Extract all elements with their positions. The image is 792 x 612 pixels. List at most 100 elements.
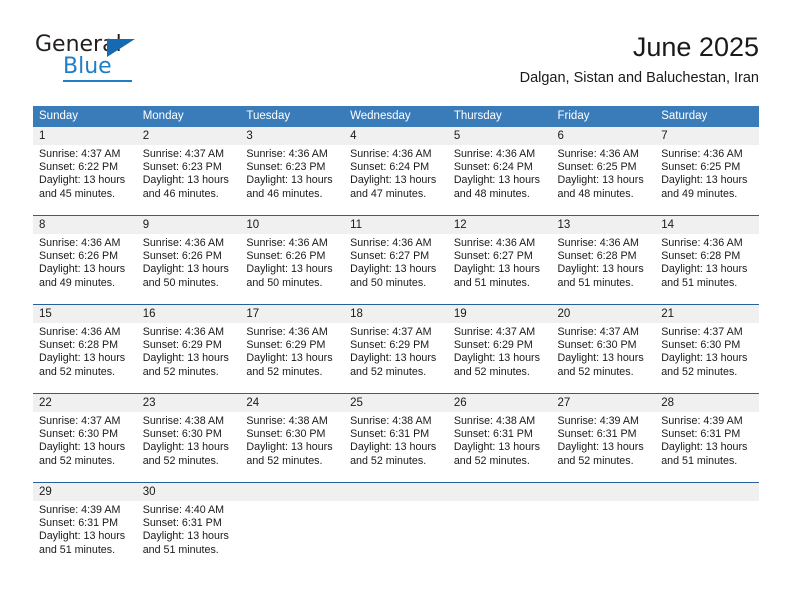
day-details: Sunrise: 4:39 AM Sunset: 6:31 PM Daylight:…	[33, 501, 137, 557]
calendar-day-cell[interactable]: 10 Sunrise: 4:36 AM Sunset: 6:26 PM Dayligh…	[240, 215, 345, 305]
sunset-text: Sunset: 6:26 PM	[142, 250, 222, 263]
daylight-text-line2: and 51 minutes.	[453, 276, 530, 289]
day-number: 2	[136, 127, 241, 145]
daylight-text-line2: and 52 minutes.	[350, 365, 427, 378]
sunrise-text: Sunrise: 4:37 AM	[142, 148, 225, 160]
day-number	[551, 483, 656, 501]
sunrise-text: Sunrise: 4:36 AM	[557, 237, 639, 249]
sunrise-text: Sunrise: 4:37 AM	[453, 326, 536, 338]
day-details: Sunrise: 4:38 AM Sunset: 6:31 PM Daylight:…	[344, 412, 448, 468]
generalblue-logo[interactable]: General Blue	[33, 32, 253, 88]
calendar-day-cell[interactable]: 12 Sunrise: 4:36 AM Sunset: 6:27 PM Dayligh…	[447, 215, 552, 305]
calendar-day-cell[interactable]: 21 Sunrise: 4:37 AM Sunset: 6:30 PM Dayligh…	[655, 304, 759, 394]
daylight-text-line1: Daylight: 13 hours	[39, 263, 126, 276]
day-details: Sunrise: 4:36 AM Sunset: 6:28 PM Daylight:…	[33, 323, 137, 379]
calendar-day-cell[interactable]: 19 Sunrise: 4:37 AM Sunset: 6:29 PM Dayligh…	[447, 304, 552, 394]
calendar-day-cell[interactable]: 15 Sunrise: 4:36 AM Sunset: 6:28 PM Dayligh…	[33, 304, 137, 394]
daylight-text-line1: Daylight: 13 hours	[39, 352, 126, 365]
calendar-week-row: 8 Sunrise: 4:36 AM Sunset: 6:26 PM Daylight…	[33, 215, 759, 305]
day-details: Sunrise: 4:36 AM Sunset: 6:27 PM Daylight:…	[344, 234, 448, 290]
calendar-table-wrapper: Sunday Monday Tuesday Wednesday Thursday…	[33, 106, 759, 571]
daylight-text-line2: and 52 minutes.	[246, 365, 323, 378]
sunset-text: Sunset: 6:29 PM	[142, 339, 222, 352]
calendar-day-cell[interactable]: 17 Sunrise: 4:36 AM Sunset: 6:29 PM Dayligh…	[240, 304, 345, 394]
day-details: Sunrise: 4:38 AM Sunset: 6:31 PM Daylight:…	[448, 412, 552, 468]
sunrise-text: Sunrise: 4:36 AM	[142, 326, 225, 338]
day-details: Sunrise: 4:36 AM Sunset: 6:26 PM Daylight:…	[33, 234, 137, 290]
daylight-text-line2: and 46 minutes.	[246, 187, 323, 200]
daylight-text-line1: Daylight: 13 hours	[557, 441, 644, 454]
calendar-day-cell[interactable]: 1 Sunrise: 4:37 AM Sunset: 6:22 PM Daylight…	[33, 127, 137, 216]
sunset-text: Sunset: 6:30 PM	[142, 428, 222, 441]
sunset-text: Sunset: 6:31 PM	[661, 428, 741, 441]
calendar-day-cell[interactable]: 9 Sunrise: 4:36 AM Sunset: 6:26 PM Daylight…	[136, 215, 241, 305]
day-number: 12	[447, 216, 552, 234]
daylight-text-line1: Daylight: 13 hours	[39, 530, 126, 543]
sunrise-text: Sunrise: 4:36 AM	[246, 237, 328, 249]
calendar-day-cell[interactable]: 8 Sunrise: 4:36 AM Sunset: 6:26 PM Daylight…	[33, 215, 137, 305]
calendar-day-cell-empty	[240, 482, 345, 571]
daylight-text-line2: and 52 minutes.	[39, 365, 116, 378]
day-number: 4	[344, 127, 448, 145]
day-details: Sunrise: 4:37 AM Sunset: 6:23 PM Daylight:…	[137, 145, 241, 201]
page-title: June 2025	[632, 32, 759, 62]
calendar-day-cell[interactable]: 22 Sunrise: 4:37 AM Sunset: 6:30 PM Dayligh…	[33, 393, 137, 483]
day-details: Sunrise: 4:37 AM Sunset: 6:29 PM Daylight:…	[448, 323, 552, 379]
day-number: 1	[33, 127, 137, 145]
day-number: 10	[240, 216, 345, 234]
calendar-day-cell[interactable]: 23 Sunrise: 4:38 AM Sunset: 6:30 PM Dayligh…	[136, 393, 241, 483]
page-header: General Blue June 2025 Dalgan, Sistan an…	[33, 30, 759, 96]
calendar-day-cell[interactable]: 29 Sunrise: 4:39 AM Sunset: 6:31 PM Dayligh…	[33, 482, 137, 571]
day-number	[240, 483, 345, 501]
calendar-day-cell[interactable]: 5 Sunrise: 4:36 AM Sunset: 6:24 PM Daylight…	[447, 127, 552, 216]
daylight-text-line2: and 50 minutes.	[142, 276, 219, 289]
day-number: 16	[136, 305, 241, 323]
day-details: Sunrise: 4:36 AM Sunset: 6:24 PM Daylight:…	[448, 145, 552, 201]
sunset-text: Sunset: 6:31 PM	[350, 428, 430, 441]
day-details: Sunrise: 4:36 AM Sunset: 6:23 PM Daylight:…	[240, 145, 344, 201]
calendar-day-cell[interactable]: 3 Sunrise: 4:36 AM Sunset: 6:23 PM Daylight…	[240, 127, 345, 216]
daylight-text-line1: Daylight: 13 hours	[661, 352, 748, 365]
day-number: 21	[655, 305, 759, 323]
day-number: 24	[240, 394, 345, 412]
daylight-text-line2: and 48 minutes.	[453, 187, 530, 200]
day-details: Sunrise: 4:36 AM Sunset: 6:24 PM Daylight:…	[344, 145, 448, 201]
calendar-day-cell[interactable]: 13 Sunrise: 4:36 AM Sunset: 6:28 PM Dayligh…	[551, 215, 656, 305]
sunset-text: Sunset: 6:25 PM	[557, 161, 637, 174]
day-number: 25	[344, 394, 448, 412]
calendar-day-cell[interactable]: 6 Sunrise: 4:36 AM Sunset: 6:25 PM Daylight…	[551, 127, 656, 216]
logo-word-blue: Blue	[63, 54, 112, 79]
calendar-day-cell[interactable]: 25 Sunrise: 4:38 AM Sunset: 6:31 PM Dayligh…	[344, 393, 448, 483]
sunrise-text: Sunrise: 4:36 AM	[246, 148, 328, 160]
calendar-day-cell[interactable]: 24 Sunrise: 4:38 AM Sunset: 6:30 PM Dayligh…	[240, 393, 345, 483]
calendar-day-cell[interactable]: 4 Sunrise: 4:36 AM Sunset: 6:24 PM Daylight…	[344, 127, 448, 216]
sunset-text: Sunset: 6:30 PM	[39, 428, 119, 441]
sunrise-text: Sunrise: 4:36 AM	[453, 237, 536, 249]
calendar-day-cell[interactable]: 7 Sunrise: 4:36 AM Sunset: 6:25 PM Daylight…	[655, 127, 759, 216]
sunset-text: Sunset: 6:28 PM	[557, 250, 637, 263]
calendar-day-cell-empty	[655, 482, 759, 571]
day-details: Sunrise: 4:37 AM Sunset: 6:30 PM Daylight:…	[552, 323, 656, 379]
calendar-day-cell[interactable]: 26 Sunrise: 4:38 AM Sunset: 6:31 PM Dayligh…	[447, 393, 552, 483]
page-subtitle: Dalgan, Sistan and Baluchestan, Iran	[519, 70, 759, 86]
day-details: Sunrise: 4:36 AM Sunset: 6:26 PM Daylight:…	[137, 234, 241, 290]
calendar-header-row: Sunday Monday Tuesday Wednesday Thursday…	[33, 106, 759, 127]
calendar-day-cell[interactable]: 20 Sunrise: 4:37 AM Sunset: 6:30 PM Dayligh…	[551, 304, 656, 394]
daylight-text-line2: and 51 minutes.	[557, 276, 634, 289]
calendar-day-cell[interactable]: 27 Sunrise: 4:39 AM Sunset: 6:31 PM Dayligh…	[551, 393, 656, 483]
daylight-text-line2: and 50 minutes.	[350, 276, 427, 289]
sunset-text: Sunset: 6:28 PM	[39, 339, 119, 352]
daylight-text-line1: Daylight: 13 hours	[350, 352, 437, 365]
calendar-day-cell[interactable]: 14 Sunrise: 4:36 AM Sunset: 6:28 PM Dayligh…	[655, 215, 759, 305]
sunset-text: Sunset: 6:28 PM	[661, 250, 741, 263]
calendar-day-cell[interactable]: 11 Sunrise: 4:36 AM Sunset: 6:27 PM Dayligh…	[344, 215, 448, 305]
calendar-day-cell[interactable]: 30 Sunrise: 4:40 AM Sunset: 6:31 PM Dayligh…	[136, 482, 241, 571]
day-details: Sunrise: 4:37 AM Sunset: 6:29 PM Daylight:…	[344, 323, 448, 379]
calendar-day-cell[interactable]: 18 Sunrise: 4:37 AM Sunset: 6:29 PM Dayligh…	[344, 304, 448, 394]
calendar-day-cell[interactable]: 28 Sunrise: 4:39 AM Sunset: 6:31 PM Dayligh…	[655, 393, 759, 483]
calendar-day-cell[interactable]: 16 Sunrise: 4:36 AM Sunset: 6:29 PM Dayligh…	[136, 304, 241, 394]
day-details: Sunrise: 4:38 AM Sunset: 6:30 PM Daylight:…	[240, 412, 344, 468]
sunset-text: Sunset: 6:29 PM	[246, 339, 326, 352]
calendar-week-row: 15 Sunrise: 4:36 AM Sunset: 6:28 PM Dayligh…	[33, 304, 759, 394]
calendar-day-cell[interactable]: 2 Sunrise: 4:37 AM Sunset: 6:23 PM Daylight…	[136, 127, 241, 216]
